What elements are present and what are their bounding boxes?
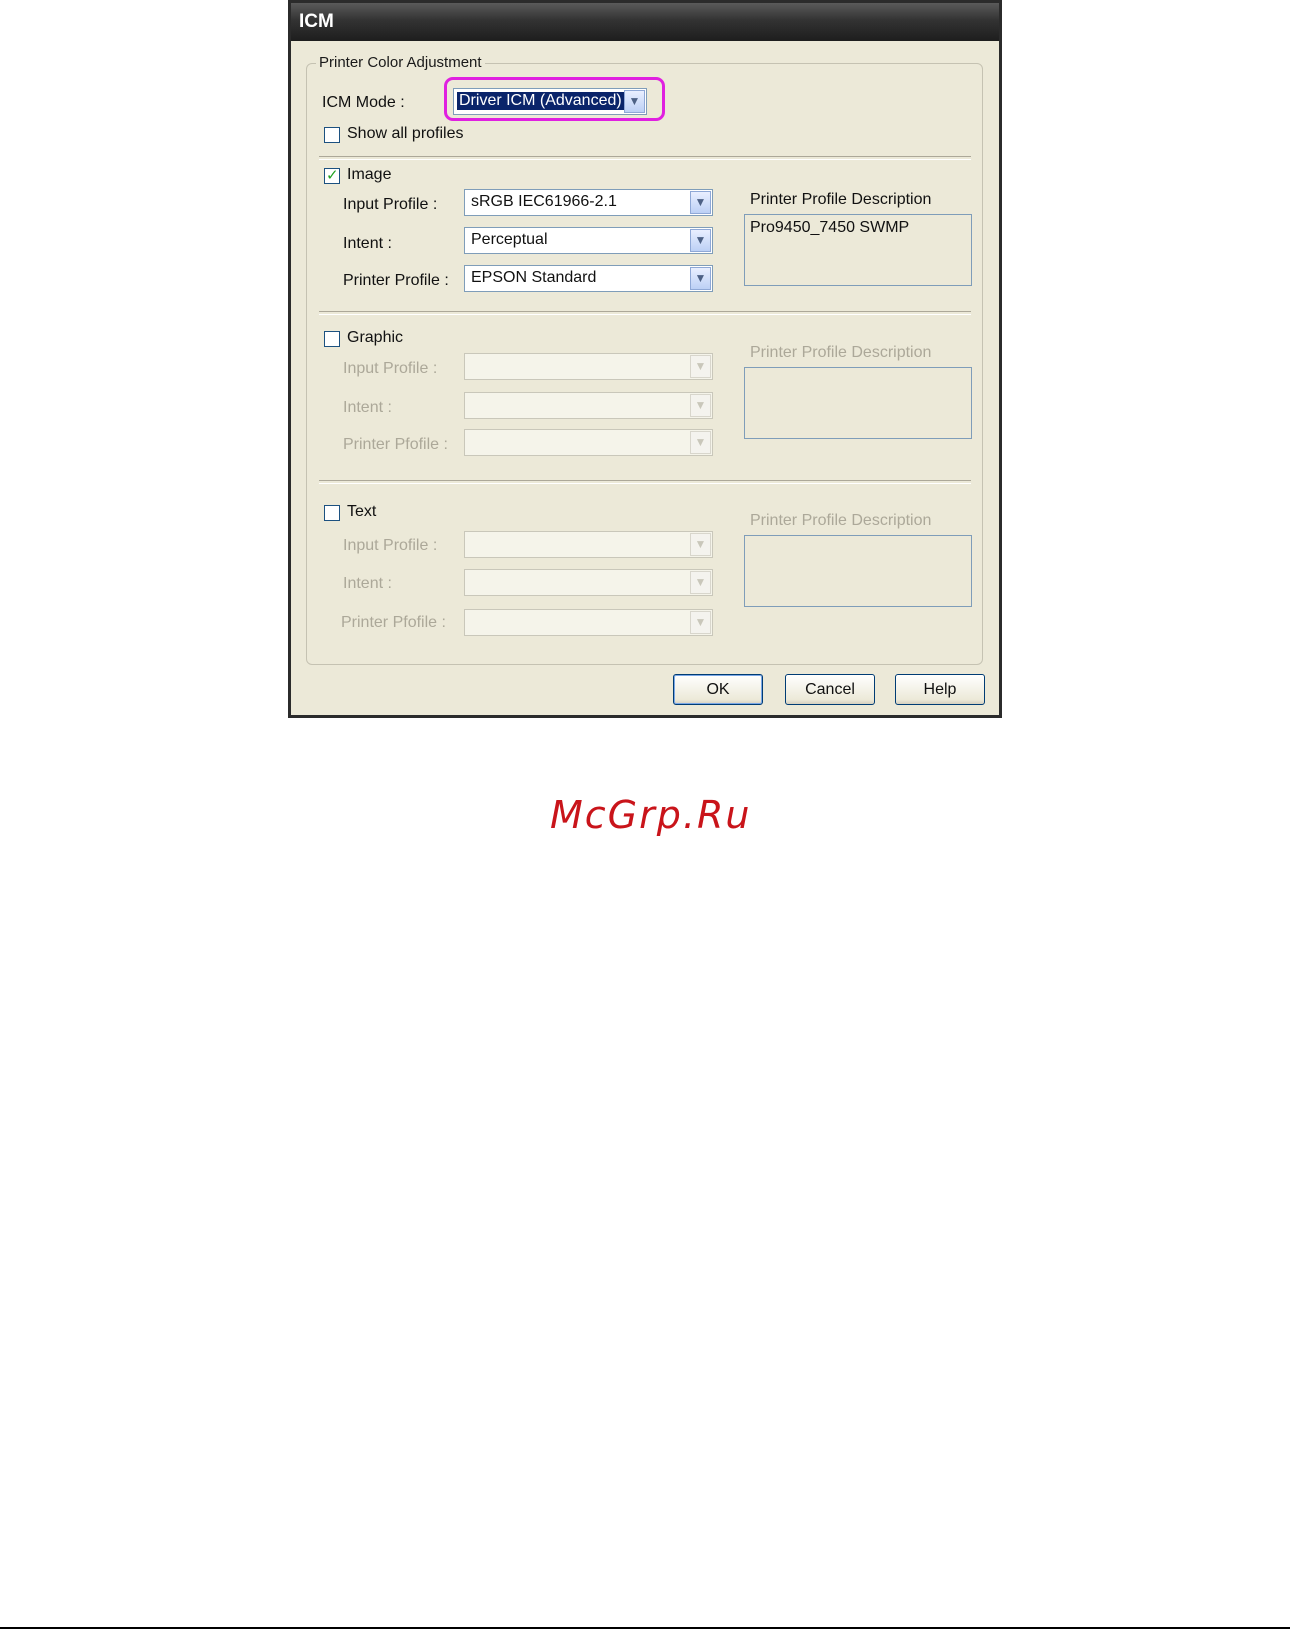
text-input-profile-label: Input Profile :: [343, 537, 438, 554]
graphic-input-profile-select[interactable]: ▼: [464, 353, 713, 380]
image-printer-profile-label: Printer Profile :: [343, 272, 449, 289]
chevron-down-icon[interactable]: ▼: [690, 611, 711, 634]
image-label[interactable]: Image: [347, 166, 391, 184]
text-profile-description-box: [744, 535, 972, 607]
image-printer-profile-select[interactable]: EPSON Standard ▼: [464, 265, 713, 292]
group-title: Printer Color Adjustment: [316, 54, 485, 71]
image-profile-description: Pro9450_7450 SWMP: [750, 219, 910, 236]
chevron-down-icon[interactable]: ▼: [690, 571, 711, 594]
show-all-profiles-checkbox[interactable]: [324, 127, 340, 143]
graphic-desc-label: Printer Profile Description: [750, 344, 932, 361]
chevron-down-icon[interactable]: ▼: [690, 267, 711, 290]
separator: [319, 156, 971, 160]
title-bar[interactable]: ICM: [291, 3, 999, 41]
text-printer-profile-label: Printer Pfofile :: [341, 614, 446, 631]
image-intent-value: Perceptual: [471, 231, 548, 248]
text-label[interactable]: Text: [347, 503, 376, 521]
icm-mode-highlight: [444, 77, 665, 121]
show-all-profiles-label[interactable]: Show all profiles: [347, 125, 464, 143]
text-printer-profile-select[interactable]: ▼: [464, 609, 713, 636]
graphic-input-profile-label: Input Profile :: [343, 360, 438, 377]
chevron-down-icon[interactable]: ▼: [690, 394, 711, 417]
chevron-down-icon[interactable]: ▼: [690, 229, 711, 252]
text-intent-label: Intent :: [343, 575, 392, 592]
dialog-title: ICM: [299, 11, 334, 32]
chevron-down-icon[interactable]: ▼: [690, 191, 711, 214]
icm-mode-label: ICM Mode :: [322, 94, 405, 111]
graphic-printer-profile-label: Printer Pfofile :: [343, 436, 448, 453]
separator: [319, 311, 971, 315]
graphic-printer-profile-select[interactable]: ▼: [464, 429, 713, 456]
image-desc-label: Printer Profile Description: [750, 191, 932, 208]
image-input-profile-label: Input Profile :: [343, 196, 438, 213]
chevron-down-icon[interactable]: ▼: [690, 533, 711, 556]
text-input-profile-select[interactable]: ▼: [464, 531, 713, 558]
graphic-intent-select[interactable]: ▼: [464, 392, 713, 419]
graphic-profile-description-box: [744, 367, 972, 439]
cancel-button[interactable]: Cancel: [785, 674, 875, 705]
image-input-profile-select[interactable]: sRGB IEC61966-2.1 ▼: [464, 189, 713, 216]
text-checkbox[interactable]: [324, 505, 340, 521]
text-intent-select[interactable]: ▼: [464, 569, 713, 596]
text-desc-label: Printer Profile Description: [750, 512, 932, 529]
help-button[interactable]: Help: [895, 674, 985, 705]
graphic-label[interactable]: Graphic: [347, 329, 403, 347]
graphic-checkbox[interactable]: [324, 331, 340, 347]
chevron-down-icon[interactable]: ▼: [690, 431, 711, 454]
image-profile-description-box: Pro9450_7450 SWMP: [744, 214, 972, 286]
image-input-profile-value: sRGB IEC61966-2.1: [471, 193, 617, 210]
graphic-intent-label: Intent :: [343, 399, 392, 416]
image-printer-profile-value: EPSON Standard: [471, 269, 597, 286]
watermark: McGrp.Ru: [550, 793, 752, 837]
image-checkbox[interactable]: [324, 166, 340, 184]
chevron-down-icon[interactable]: ▼: [690, 355, 711, 378]
ok-button[interactable]: OK: [673, 674, 763, 705]
image-intent-select[interactable]: Perceptual ▼: [464, 227, 713, 254]
image-intent-label: Intent :: [343, 235, 392, 252]
separator: [319, 480, 971, 484]
page-bottom-rule: [0, 1627, 1290, 1629]
